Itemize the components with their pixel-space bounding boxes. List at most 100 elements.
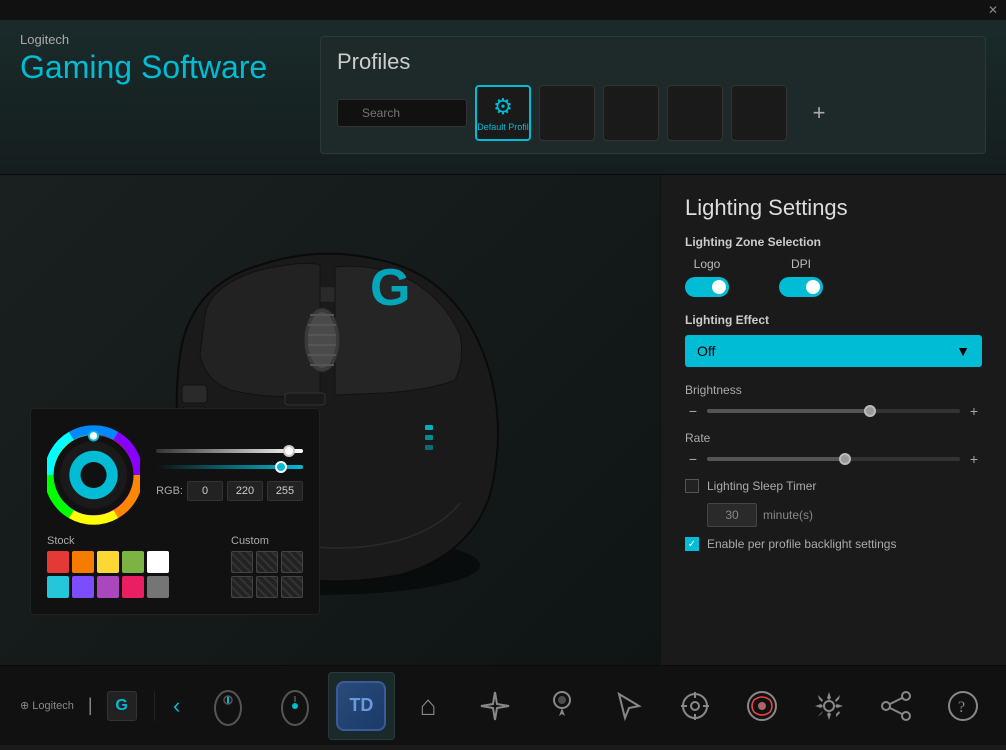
custom-swatch-4[interactable] (231, 576, 253, 598)
logo-toggle[interactable] (685, 277, 729, 297)
svg-text:G: G (370, 259, 410, 317)
nav-item-dpi[interactable] (261, 672, 328, 740)
backlight-checkbox[interactable]: ✓ (685, 537, 699, 551)
swatch-red[interactable] (47, 551, 69, 573)
swatch-pink[interactable] (122, 576, 144, 598)
brightness-slider[interactable] (156, 449, 303, 453)
profiles-panel: Profiles 🔍 ⚙ Default Profil + (320, 36, 986, 154)
effect-row: Lighting Effect Off ▼ (685, 313, 982, 367)
red-value[interactable] (187, 481, 223, 501)
gear-icon: ⚙ (493, 94, 513, 120)
bottom-bar: ⊕ Logitech | G ‹ TD ⌂ (0, 665, 1006, 745)
logitech-wordmark: ⊕ Logitech (20, 699, 74, 712)
custom-label: Custom (231, 535, 303, 547)
profile-slot-3[interactable] (603, 85, 659, 141)
color-wheel[interactable] (47, 425, 140, 525)
stock-swatch-grid (47, 551, 169, 598)
search-input[interactable] (337, 99, 467, 127)
nav-item-help[interactable]: ? (929, 672, 996, 740)
bottom-brand: ⊕ Logitech | G (10, 691, 155, 721)
custom-swatch-3[interactable] (281, 551, 303, 573)
brightness-plus-button[interactable]: + (966, 403, 982, 419)
zone-selection-label: Lighting Zone Selection (685, 235, 982, 249)
nav-item-game[interactable] (729, 672, 796, 740)
nav-item-settings[interactable] (796, 672, 863, 740)
add-profile-button[interactable]: + (799, 93, 839, 133)
color-picker-panel: RGB: Stock (30, 408, 320, 615)
profile-slot-2[interactable] (539, 85, 595, 141)
backlight-row: ✓ Enable per profile backlight settings (685, 537, 982, 551)
nav-item-home[interactable]: ⌂ (395, 672, 462, 740)
close-button[interactable]: ✕ (988, 3, 998, 17)
profile-slot-5[interactable] (731, 85, 787, 141)
blue-value[interactable] (267, 481, 303, 501)
rate-minus-button[interactable]: − (685, 451, 701, 467)
zone-row: Logo DPI (685, 257, 982, 297)
brightness-minus-button[interactable]: − (685, 403, 701, 419)
rate-plus-button[interactable]: + (966, 451, 982, 467)
nav-item-effects[interactable] (462, 672, 529, 740)
header: Logitech Gaming Software Profiles 🔍 ⚙ De… (0, 20, 1006, 175)
swatch-yellow[interactable] (97, 551, 119, 573)
nav-item-mouse[interactable] (194, 672, 261, 740)
default-profile-label: Default Profil (477, 122, 529, 132)
custom-swatch-2[interactable] (256, 551, 278, 573)
game-icon (744, 688, 780, 724)
rate-track[interactable] (707, 457, 960, 461)
lighting-settings-panel: Lighting Settings Lighting Zone Selectio… (660, 175, 1006, 665)
brightness-section: Brightness − + (685, 383, 982, 419)
sleep-timer-input[interactable] (707, 503, 757, 527)
profile-slot-active[interactable]: ⚙ Default Profil (475, 85, 531, 141)
dpi-toggle[interactable] (779, 277, 823, 297)
nav-item-cursor[interactable] (595, 672, 662, 740)
nav-item-share[interactable] (862, 672, 929, 740)
checkmark-icon: ✓ (688, 539, 696, 550)
cp-top: RGB: (47, 425, 303, 525)
nav-item-target[interactable] (662, 672, 729, 740)
zone-dpi-label: DPI (791, 257, 811, 271)
sleep-timer-row: Lighting Sleep Timer (685, 479, 982, 493)
nav-item-profile[interactable]: TD (328, 672, 395, 740)
swatch-violet[interactable] (97, 576, 119, 598)
profiles-row: 🔍 ⚙ Default Profil + (337, 85, 969, 141)
nav-item-lighting[interactable] (528, 672, 595, 740)
custom-swatch-5[interactable] (256, 576, 278, 598)
stock-swatches: Stock (47, 535, 169, 598)
sleep-unit-label: minute(s) (763, 508, 813, 522)
main-content: G (0, 175, 1006, 665)
brightness-track[interactable] (707, 409, 960, 413)
backlight-label: Enable per profile backlight settings (707, 537, 896, 551)
g-logo: G (107, 691, 137, 721)
brightness-thumb (283, 445, 295, 457)
saturation-slider[interactable] (156, 465, 303, 469)
nav-back-button[interactable]: ‹ (159, 676, 194, 736)
lighting-panel-title: Lighting Settings (685, 195, 982, 221)
effect-label: Lighting Effect (685, 313, 982, 327)
custom-swatch-1[interactable] (231, 551, 253, 573)
green-value[interactable] (227, 481, 263, 501)
swatch-cyan[interactable] (47, 576, 69, 598)
dpi-nav-icon (273, 684, 317, 728)
saturation-slider-row (156, 465, 303, 469)
rate-thumb-dot (839, 453, 851, 465)
profile-slot-4[interactable] (667, 85, 723, 141)
swatch-purple[interactable] (72, 576, 94, 598)
effect-dropdown[interactable]: Off ▼ (685, 335, 982, 367)
rgb-row: RGB: (156, 481, 303, 501)
swatch-green[interactable] (122, 551, 144, 573)
rate-fill (707, 457, 846, 461)
divider: | (88, 695, 93, 716)
lighting-icon (544, 688, 580, 724)
brightness-slider-row (156, 449, 303, 453)
swatch-white[interactable] (147, 551, 169, 573)
dropdown-arrow-icon: ▼ (956, 343, 970, 359)
brightness-label: Brightness (685, 383, 982, 397)
swatch-orange[interactable] (72, 551, 94, 573)
swatch-gray[interactable] (147, 576, 169, 598)
custom-swatch-6[interactable] (281, 576, 303, 598)
sleep-timer-checkbox[interactable] (685, 479, 699, 493)
rate-ctrl-row: − + (685, 451, 982, 467)
sleep-timer-label: Lighting Sleep Timer (707, 479, 816, 493)
crosshair-icon (677, 688, 713, 724)
titlebar: ✕ (0, 0, 1006, 20)
